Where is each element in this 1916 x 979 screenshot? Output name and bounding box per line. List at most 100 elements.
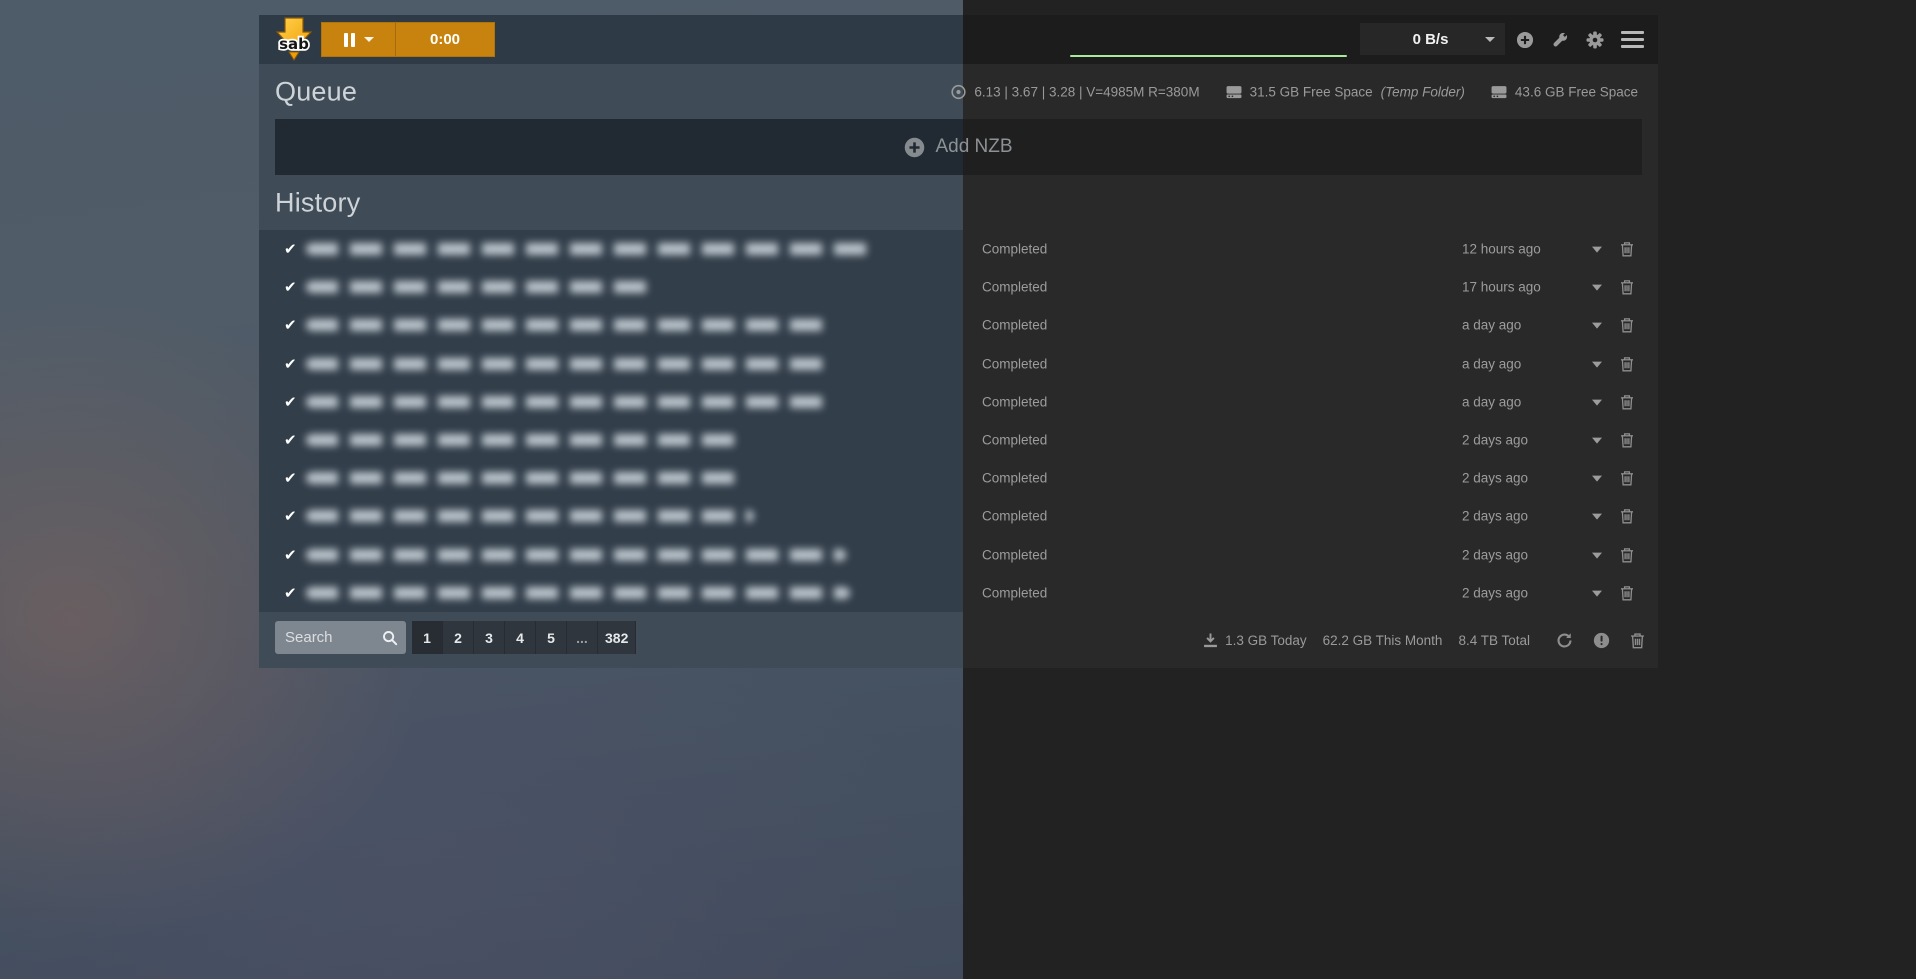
add-nzb-button[interactable]: Add NZB [275,119,1642,175]
history-list: ✔ Completed 12 hours ago ✔ Completed 17 … [259,230,1658,612]
completed-check-icon: ✔ [284,278,297,296]
pagination-page-4[interactable]: 4 [505,621,536,654]
history-row[interactable]: ✔ Completed 2 days ago [259,574,1658,612]
row-actions-caret-icon[interactable] [1592,285,1602,291]
pause-icon [344,33,355,47]
completed-check-icon: ✔ [284,507,297,525]
pagination-page-5[interactable]: 5 [536,621,567,654]
add-nzb-plus-icon[interactable] [1516,31,1534,49]
pause-timer-button[interactable]: 0:00 [396,23,494,56]
row-actions-caret-icon[interactable] [1592,590,1602,596]
speed-graph-line [1070,55,1347,57]
speed-limit-dropdown[interactable]: 0 B/s [1360,23,1505,55]
history-totals: 1.3 GB Today 62.2 GB This Month 8.4 TB T… [1203,612,1645,668]
history-row[interactable]: ✔ Completed a day ago [259,345,1658,383]
history-age: a day ago [1462,394,1521,409]
history-row[interactable]: ✔ Completed 2 days ago [259,459,1658,497]
history-status: Completed [982,547,1047,562]
pagination-ellipsis: ... [567,621,598,654]
row-actions-caret-icon[interactable] [1592,247,1602,253]
completed-check-icon: ✔ [284,240,297,258]
history-row[interactable]: ✔ Completed 2 days ago [259,421,1658,459]
search-input[interactable] [275,629,382,646]
completed-check-icon: ✔ [284,316,297,334]
queue-section-header: Queue 6.13 | 3.67 | 3.28 | V=4985M R=380… [259,64,1658,119]
history-age: 2 days ago [1462,471,1528,486]
completed-check-icon: ✔ [284,431,297,449]
hamburger-menu-icon[interactable] [1621,31,1644,49]
server-stats-text: 6.13 | 3.67 | 3.28 | V=4985M R=380M [974,84,1199,99]
row-delete-button[interactable] [1620,547,1634,563]
add-nzb-section: Add NZB [259,119,1658,175]
history-row[interactable]: ✔ Completed 17 hours ago [259,268,1658,306]
history-row[interactable]: ✔ Completed 2 days ago [259,497,1658,535]
pagination-page-2[interactable]: 2 [443,621,474,654]
history-section-header: History [259,175,1658,230]
history-status: Completed [982,394,1047,409]
download-name-redacted[interactable] [306,243,876,255]
row-actions-caret-icon[interactable] [1592,438,1602,444]
row-actions-caret-icon[interactable] [1592,323,1602,329]
history-row[interactable]: ✔ Completed 12 hours ago [259,230,1658,268]
history-age: 2 days ago [1462,547,1528,562]
row-actions-caret-icon[interactable] [1592,476,1602,482]
queue-stats: 6.13 | 3.67 | 3.28 | V=4985M R=380M 31.5… [951,84,1638,99]
history-status: Completed [982,509,1047,524]
hdd-temp-icon [1226,85,1242,99]
pagination-page-3[interactable]: 3 [474,621,505,654]
add-nzb-label: Add NZB [935,136,1012,158]
pagination: 12345...382 [412,621,636,654]
pagination-page-382[interactable]: 382 [598,621,636,654]
row-actions-caret-icon[interactable] [1592,399,1602,405]
download-name-redacted[interactable] [306,472,742,484]
row-delete-button[interactable] [1620,394,1634,410]
row-delete-button[interactable] [1620,317,1634,333]
history-row[interactable]: ✔ Completed 2 days ago [259,536,1658,574]
download-name-redacted[interactable] [306,281,658,293]
history-title: History [275,187,360,218]
history-status: Completed [982,318,1047,333]
temp-free-space-text: 31.5 GB Free Space [1250,84,1373,99]
row-actions-caret-icon[interactable] [1592,514,1602,520]
gear-settings-icon[interactable] [1586,31,1604,49]
pause-button[interactable] [322,23,396,56]
current-speed-label: 0 B/s [1360,31,1485,48]
history-status: Completed [982,280,1047,295]
row-delete-button[interactable] [1620,432,1634,448]
search-icon[interactable] [382,630,398,646]
history-age: 2 days ago [1462,585,1528,600]
download-name-redacted[interactable] [306,396,832,408]
refresh-icon[interactable] [1556,632,1573,649]
download-name-redacted[interactable] [306,510,754,522]
queue-title: Queue [275,76,357,107]
clear-history-trash-icon[interactable] [1630,632,1645,649]
row-delete-button[interactable] [1620,241,1634,257]
download-name-redacted[interactable] [306,319,834,331]
row-actions-caret-icon[interactable] [1592,361,1602,367]
download-total-icon [1203,633,1218,648]
download-name-redacted[interactable] [306,434,746,446]
download-name-redacted[interactable] [306,358,834,370]
sabnzbd-main-window: sab sab 0:00 0 B/s [259,15,1658,668]
history-age: a day ago [1462,318,1521,333]
row-actions-caret-icon[interactable] [1592,552,1602,558]
row-delete-button[interactable] [1620,585,1634,601]
history-search-box [275,621,406,654]
plus-circle-icon [904,137,925,158]
history-age: a day ago [1462,356,1521,371]
row-delete-button[interactable] [1620,470,1634,486]
history-row[interactable]: ✔ Completed a day ago [259,383,1658,421]
info-alert-icon[interactable] [1593,632,1610,649]
history-age: 12 hours ago [1462,242,1541,257]
download-name-redacted[interactable] [306,549,846,561]
sabnzbd-logo[interactable]: sab sab [274,17,314,63]
history-row[interactable]: ✔ Completed a day ago [259,306,1658,344]
pause-dropdown-caret-icon[interactable] [364,37,374,42]
wrench-icon[interactable] [1551,31,1569,49]
row-delete-button[interactable] [1620,356,1634,372]
total-today: 1.3 GB Today [1225,633,1307,648]
download-name-redacted[interactable] [306,587,850,599]
row-delete-button[interactable] [1620,508,1634,524]
pagination-page-1[interactable]: 1 [412,621,443,654]
row-delete-button[interactable] [1620,279,1634,295]
